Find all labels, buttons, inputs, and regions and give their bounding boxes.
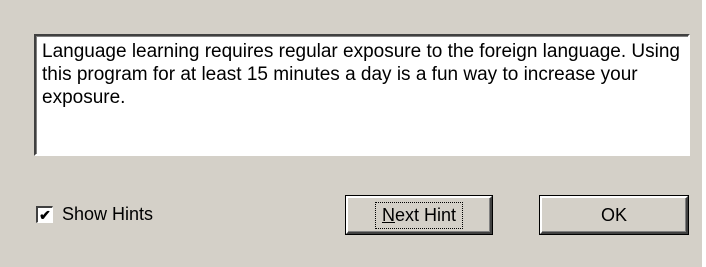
hint-text: Language learning requires regular expos…	[42, 41, 680, 108]
show-hints-label[interactable]: Show Hints	[62, 204, 153, 225]
checkmark-icon: ✔	[39, 206, 51, 223]
next-hint-label: ext Hint	[394, 204, 457, 225]
hint-text-box: Language learning requires regular expos…	[34, 34, 690, 156]
ok-button-label: OK	[600, 204, 627, 225]
next-hint-mnemonic: N	[381, 204, 395, 225]
tip-of-the-day-dialog: Language learning requires regular expos…	[0, 0, 704, 267]
next-hint-button-focus-rect: Next Hint	[374, 201, 464, 229]
next-hint-button[interactable]: Next Hint	[346, 196, 492, 234]
show-hints-checkbox[interactable]: ✔	[36, 205, 53, 223]
show-hints-checkbox-control[interactable]: ✔ Show Hints	[36, 204, 153, 224]
ok-button[interactable]: OK	[540, 196, 688, 234]
